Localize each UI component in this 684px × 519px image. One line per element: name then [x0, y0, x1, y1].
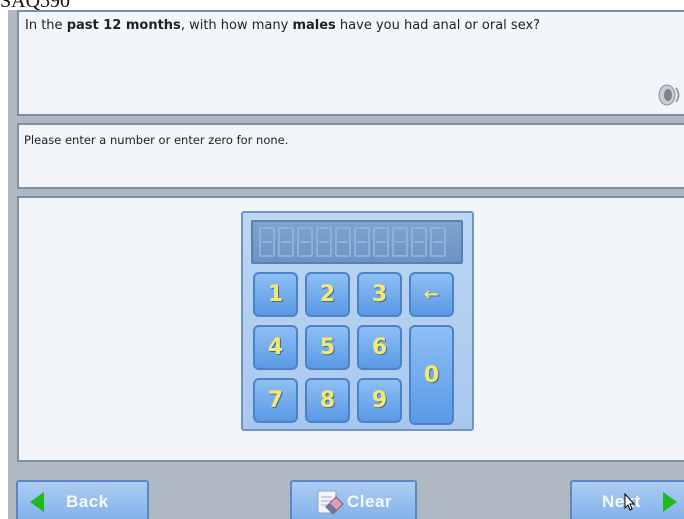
- display-digit: [278, 227, 294, 257]
- instruction-text: Please enter a number or enter zero for …: [24, 133, 289, 147]
- triangle-left-icon: [30, 492, 44, 512]
- key-5[interactable]: 5: [305, 325, 350, 370]
- question-suffix: have you had anal or oral sex?: [335, 18, 541, 33]
- survey-frame: In the past 12 months, with how many mal…: [8, 10, 684, 519]
- question-panel: In the past 12 months, with how many mal…: [17, 10, 684, 116]
- display-digit: [297, 227, 313, 257]
- question-bold-timeframe: past 12 months: [66, 18, 181, 33]
- key-4[interactable]: 4: [253, 325, 298, 370]
- question-text: In the past 12 months, with how many mal…: [25, 18, 540, 33]
- key-6[interactable]: 6: [357, 325, 402, 370]
- key-3[interactable]: 3: [357, 272, 402, 317]
- page: SAQ590 In the past 12 months, with how m…: [0, 0, 684, 519]
- question-bold-gender: males: [292, 18, 336, 33]
- clear-button-label: Clear: [346, 492, 393, 511]
- back-button-label: Back: [66, 492, 109, 511]
- display-digit: [430, 227, 446, 257]
- mouse-cursor-icon: [624, 493, 636, 511]
- key-8[interactable]: 8: [305, 378, 350, 423]
- question-middle: , with how many: [180, 18, 293, 33]
- instruction-panel: Please enter a number or enter zero for …: [17, 123, 684, 189]
- display-digit: [354, 227, 370, 257]
- key-7[interactable]: 7: [253, 378, 298, 423]
- display-digit: [392, 227, 408, 257]
- display-digit: [411, 227, 427, 257]
- display-digit: [335, 227, 351, 257]
- triangle-right-icon: [662, 492, 677, 512]
- key-0[interactable]: 0: [409, 325, 454, 425]
- display-digit: [259, 227, 275, 257]
- key-2[interactable]: 2: [305, 272, 350, 317]
- display-digit: [316, 227, 332, 257]
- eraser-icon: [317, 490, 344, 515]
- question-prefix: In the: [25, 18, 67, 33]
- speaker-icon[interactable]: [656, 82, 682, 108]
- clear-button[interactable]: Clear: [290, 480, 417, 519]
- back-button[interactable]: Back: [16, 480, 149, 519]
- keypad-panel: 1 2 3 ← 4 5 6 0 7 8 9: [17, 196, 684, 462]
- numeric-keypad: 1 2 3 ← 4 5 6 0 7 8 9: [241, 211, 474, 431]
- key-9[interactable]: 9: [357, 378, 402, 423]
- display-digit: [373, 227, 389, 257]
- backspace-key[interactable]: ←: [409, 272, 454, 317]
- number-display: [251, 220, 463, 264]
- key-1[interactable]: 1: [253, 272, 298, 317]
